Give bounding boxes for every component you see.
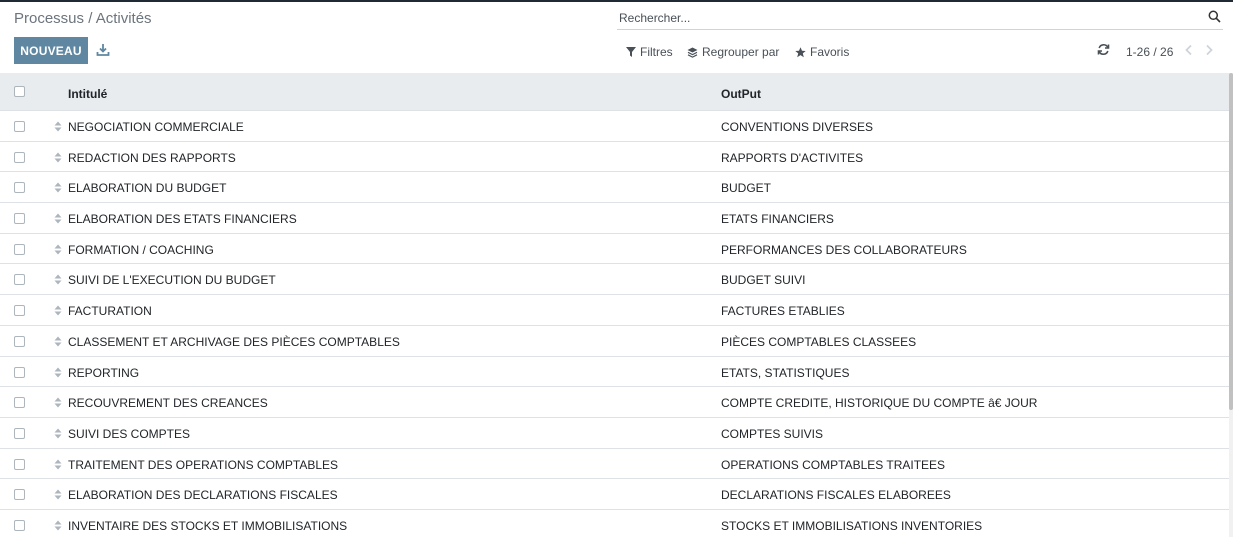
drag-handle-icon[interactable]: [54, 459, 62, 470]
drag-handle-icon[interactable]: [54, 367, 62, 378]
cell-output: FACTURES ETABLIES: [721, 304, 845, 319]
list-table: Intitulé OutPut NEGOCIATION COMMERCIALE C…: [0, 73, 1229, 537]
cell-intitule: REDACTION DES RAPPORTS: [68, 150, 236, 165]
cell-output: ETATS FINANCIERS: [721, 212, 834, 227]
drag-handle-icon[interactable]: [54, 244, 62, 255]
column-header-intitule[interactable]: Intitulé: [68, 87, 107, 101]
breadcrumb: Processus / Activités: [14, 10, 152, 27]
cell-output: CONVENTIONS DIVERSES: [721, 120, 874, 134]
download-icon[interactable]: [95, 42, 111, 58]
drag-handle-icon[interactable]: [54, 152, 62, 163]
cell-intitule: CLASSEMENT ET ARCHIVAGE DES PIÈCES COMPT…: [68, 334, 400, 349]
layers-icon: [687, 47, 698, 58]
table-row[interactable]: FORMATION / COACHING PERFORMANCES DES COL…: [0, 233, 1229, 265]
table-row[interactable]: SUIVI DES COMPTES COMPTES SUIVIS: [0, 417, 1229, 449]
row-checkbox[interactable]: [14, 427, 25, 439]
table-body: NEGOCIATION COMMERCIALE CONVENTIONS DIVER…: [0, 111, 1229, 537]
column-header-output[interactable]: OutPut: [721, 87, 761, 101]
filters-label: Filtres: [640, 45, 673, 59]
table-row[interactable]: ELABORATION DES DECLARATIONS FISCALES DEC…: [0, 479, 1229, 510]
row-checkbox[interactable]: [14, 151, 25, 163]
table-row[interactable]: REDACTION DES RAPPORTS RAPPORTS D'ACTIVIT…: [0, 141, 1229, 173]
new-button[interactable]: NOUVEAU: [14, 37, 88, 64]
refresh-icon[interactable]: [1097, 43, 1110, 56]
group-by-button[interactable]: Regrouper par: [687, 44, 779, 60]
filter-icon: [626, 47, 636, 57]
cell-output: BUDGET: [721, 181, 772, 196]
cell-intitule: SUIVI DES COMPTES: [68, 426, 191, 441]
table-row[interactable]: NEGOCIATION COMMERCIALE CONVENTIONS DIVER…: [0, 111, 1229, 142]
cell-output: RAPPORTS D'ACTIVITES: [721, 150, 864, 165]
favorites-label: Favoris: [810, 45, 850, 59]
cell-output: STOCKS ET IMMOBILISATIONS INVENTORIES: [721, 518, 983, 533]
row-checkbox[interactable]: [14, 121, 25, 132]
cell-intitule: ELABORATION DES ETATS FINANCIERS: [68, 212, 297, 227]
table-row[interactable]: SUIVI DE L'EXECUTION DU BUDGET BUDGET SUI…: [0, 264, 1229, 296]
favorites-button[interactable]: Favoris: [795, 44, 849, 60]
row-checkbox[interactable]: [14, 489, 25, 501]
cell-output: BUDGET SUIVI: [721, 273, 806, 288]
drag-handle-icon[interactable]: [54, 428, 62, 439]
pager-value[interactable]: 1-26 / 26: [1126, 45, 1173, 59]
scrollbar-thumb[interactable]: [1229, 73, 1233, 410]
chevron-left-icon[interactable]: [1184, 44, 1194, 56]
table-row[interactable]: FACTURATION FACTURES ETABLIES: [0, 295, 1229, 326]
drag-handle-icon[interactable]: [54, 397, 62, 408]
drag-handle-icon[interactable]: [54, 121, 62, 132]
drag-handle-icon[interactable]: [54, 520, 62, 531]
cell-intitule: FORMATION / COACHING: [68, 242, 214, 257]
drag-handle-icon[interactable]: [54, 489, 62, 500]
table-row[interactable]: CLASSEMENT ET ARCHIVAGE DES PIÈCES COMPT…: [0, 325, 1229, 357]
table-row[interactable]: ELABORATION DES ETATS FINANCIERS ETATS FI…: [0, 203, 1229, 234]
cell-intitule: TRAITEMENT DES OPERATIONS COMPTABLES: [68, 457, 339, 472]
search-input[interactable]: [619, 9, 1189, 27]
row-checkbox[interactable]: [14, 274, 25, 286]
cell-intitule: FACTURATION: [68, 304, 152, 319]
cell-intitule: SUIVI DE L'EXECUTION DU BUDGET: [68, 273, 276, 288]
row-checkbox[interactable]: [14, 335, 25, 347]
cell-intitule: ELABORATION DES DECLARATIONS FISCALES: [68, 488, 338, 503]
row-checkbox[interactable]: [14, 397, 25, 409]
cell-intitule: REPORTING: [68, 365, 140, 380]
chevron-right-icon[interactable]: [1204, 44, 1214, 56]
filters-button[interactable]: Filtres: [626, 44, 673, 60]
row-checkbox[interactable]: [14, 305, 25, 317]
search-bar: [617, 5, 1223, 30]
drag-handle-icon[interactable]: [54, 274, 62, 285]
table-row[interactable]: ELABORATION DU BUDGET BUDGET: [0, 172, 1229, 204]
table-row[interactable]: REPORTING ETATS, STATISTIQUES: [0, 356, 1229, 388]
table-row[interactable]: RECOUVREMENT DES CREANCES COMPTE CREDITE,…: [0, 387, 1229, 418]
cell-output: PIÈCES COMPTABLES CLASSEES: [721, 334, 917, 349]
drag-handle-icon[interactable]: [54, 213, 62, 224]
cell-output: COMPTES SUIVIS: [721, 426, 824, 441]
drag-handle-icon[interactable]: [54, 182, 62, 193]
row-checkbox[interactable]: [14, 366, 25, 378]
cell-output: COMPTE CREDITE, HISTORIQUE DU COMPTE â€ …: [721, 396, 1038, 411]
search-icon[interactable]: [1208, 10, 1221, 23]
cell-intitule: NEGOCIATION COMMERCIALE: [68, 120, 244, 134]
row-checkbox[interactable]: [14, 243, 25, 255]
drag-handle-icon[interactable]: [54, 336, 62, 347]
row-checkbox[interactable]: [14, 182, 25, 194]
cell-output: ETATS, STATISTIQUES: [721, 365, 850, 380]
row-checkbox[interactable]: [14, 458, 25, 470]
table-row[interactable]: INVENTAIRE DES STOCKS ET IMMOBILISATIONS…: [0, 509, 1229, 537]
cell-output: OPERATIONS COMPTABLES TRAITEES: [721, 457, 946, 472]
cell-output: PERFORMANCES DES COLLABORATEURS: [721, 242, 967, 257]
cell-intitule: INVENTAIRE DES STOCKS ET IMMOBILISATIONS: [68, 518, 348, 533]
cell-output: DECLARATIONS FISCALES ELABOREES: [721, 488, 951, 503]
table-header: Intitulé OutPut: [0, 73, 1229, 111]
cell-intitule: RECOUVREMENT DES CREANCES: [68, 396, 268, 411]
star-icon: [795, 46, 806, 57]
top-border: [0, 0, 1233, 2]
row-checkbox[interactable]: [14, 213, 25, 225]
drag-handle-icon[interactable]: [54, 305, 62, 316]
group-by-label: Regrouper par: [702, 45, 780, 59]
table-row[interactable]: TRAITEMENT DES OPERATIONS COMPTABLES OPER…: [0, 448, 1229, 480]
scrollbar[interactable]: [1229, 73, 1233, 537]
select-all-checkbox[interactable]: [14, 86, 25, 97]
row-checkbox[interactable]: [14, 519, 25, 531]
cell-intitule: ELABORATION DU BUDGET: [68, 181, 227, 196]
